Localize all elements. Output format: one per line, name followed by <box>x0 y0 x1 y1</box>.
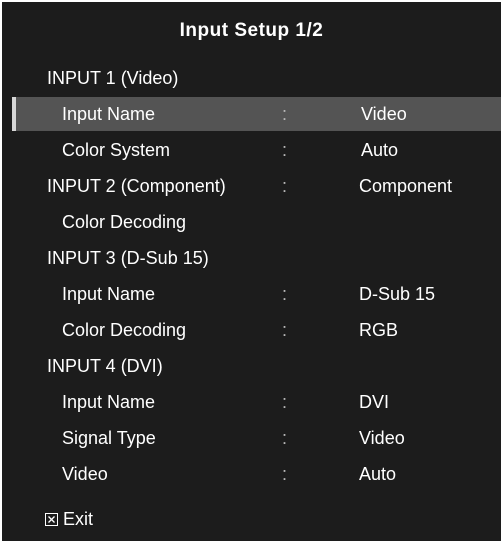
menu-item-label: Color Decoding <box>62 320 187 340</box>
menu-item-label: Color System <box>62 140 171 160</box>
menu-item-value: Video <box>361 104 407 124</box>
exit-button[interactable]: Exit <box>45 507 93 531</box>
menu-item-label: Input Name <box>62 284 156 304</box>
section-label: INPUT 4 (DVI) <box>47 356 163 376</box>
menu-item-value: D-Sub 15 <box>359 284 436 304</box>
menu-item-label: Signal Type <box>62 428 156 448</box>
separator-colon: : <box>282 428 288 448</box>
menu-item-input-2[interactable]: INPUT 2 (Component) : Component <box>12 169 501 203</box>
menu-item-label: Input Name <box>62 392 156 412</box>
section-label: INPUT 1 (Video) <box>47 68 179 88</box>
menu-item-value: Auto <box>359 464 397 484</box>
menu-item-input1-color-system[interactable]: Color System : Auto <box>12 133 501 167</box>
separator-colon: : <box>282 104 288 124</box>
separator-colon: : <box>282 392 288 412</box>
menu-item-value: RGB <box>359 320 399 340</box>
section-input-3: INPUT 3 (D-Sub 15) <box>12 241 501 275</box>
section-input-4: INPUT 4 (DVI) <box>12 349 501 383</box>
menu-item-label: Input Name <box>62 104 156 124</box>
menu-item-value: Auto <box>361 140 399 160</box>
menu-item-value: Video <box>359 428 405 448</box>
separator-colon: : <box>282 176 288 196</box>
menu-item-value: DVI <box>359 392 390 412</box>
separator-colon: : <box>282 284 288 304</box>
menu-item-input3-color-decoding[interactable]: Color Decoding : RGB <box>12 313 501 347</box>
menu-item-value: Component <box>359 176 453 196</box>
menu-item-label: Video <box>62 464 108 484</box>
section-label: INPUT 2 (Component) <box>47 176 226 196</box>
menu-item-input3-input-name[interactable]: Input Name : D-Sub 15 <box>12 277 501 311</box>
menu-item-input4-signal-type[interactable]: Signal Type : Video <box>12 421 501 455</box>
separator-colon: : <box>282 320 288 340</box>
menu-title: Input Setup 1/2 <box>179 20 324 41</box>
menu-item-input1-input-name[interactable]: Input Name : Video <box>12 97 501 131</box>
close-box-icon <box>45 512 58 526</box>
section-label: INPUT 3 (D-Sub 15) <box>47 248 209 268</box>
separator-colon: : <box>282 140 288 160</box>
menu-item-input2-color-decoding[interactable]: Color Decoding <box>12 205 501 239</box>
section-input-1: INPUT 1 (Video) <box>12 61 501 95</box>
osd-menu: Input Setup 1/2 INPUT 1 (Video) Input Na… <box>0 0 503 543</box>
menu-item-label: Color Decoding <box>62 212 187 232</box>
exit-label: Exit <box>63 508 94 529</box>
menu-item-input4-video[interactable]: Video : Auto <box>12 457 501 491</box>
menu-item-input4-input-name[interactable]: Input Name : DVI <box>12 385 501 419</box>
separator-colon: : <box>282 464 288 484</box>
